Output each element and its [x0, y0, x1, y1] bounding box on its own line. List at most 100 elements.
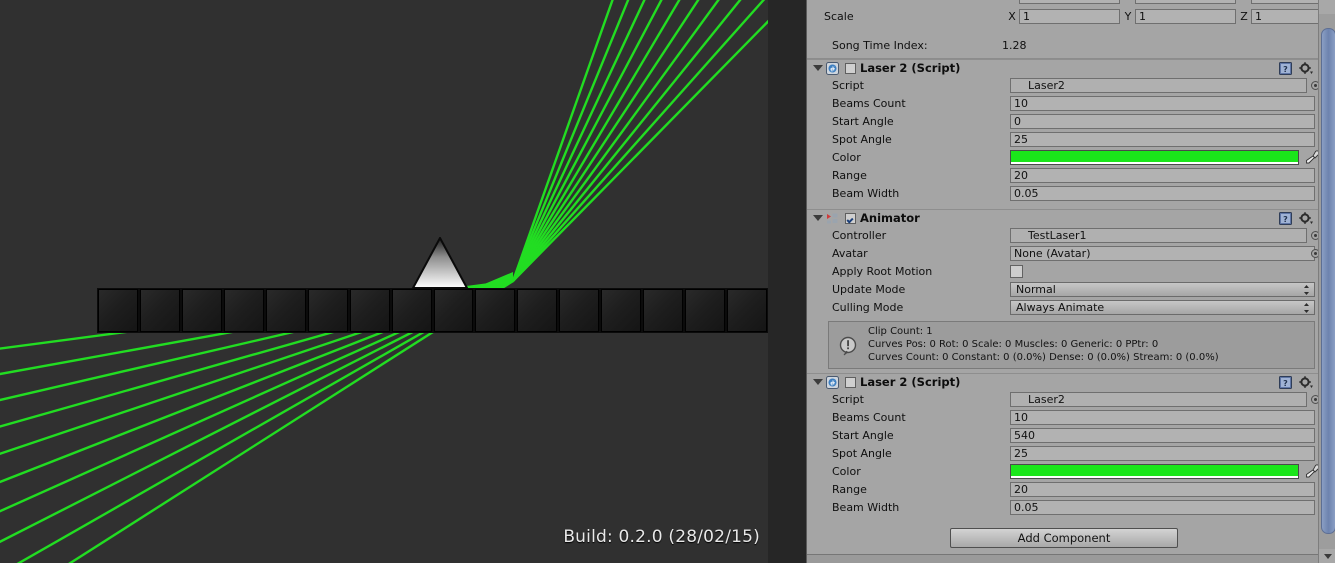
dropdown-field[interactable]: Normal	[1010, 282, 1315, 297]
inspector-field-row: Controller TestLaser1	[807, 227, 1319, 245]
field-label: Start Angle	[832, 115, 894, 128]
cs-script-icon: #	[826, 376, 839, 389]
add-component-button[interactable]: Add Component	[950, 528, 1178, 548]
add-component-area: Add Component	[807, 528, 1319, 554]
text-field[interactable]: 540	[1010, 428, 1315, 443]
inspector-component: # Laser 2 (Script)? Script Laser2 Beams Coun…	[807, 59, 1319, 209]
scale-y-field[interactable]: 1	[1135, 9, 1236, 24]
scrollbar-thumb[interactable]	[1321, 28, 1335, 534]
rotation-axis-x-label: X	[1007, 0, 1017, 6]
platform-block	[349, 289, 390, 332]
scale-x-field[interactable]: 1	[1019, 9, 1120, 24]
object-field[interactable]: TestLaser1	[1010, 228, 1307, 243]
inspector-component: Animator? Controller TestLaser1 Avatar None …	[807, 209, 1319, 373]
color-field[interactable]	[1010, 150, 1299, 165]
foldout-arrow-icon[interactable]	[813, 379, 823, 385]
inspector-scrollbar[interactable]	[1318, 0, 1335, 563]
scale-axis-y-label: Y	[1124, 10, 1132, 23]
text-field[interactable]: 20	[1010, 482, 1315, 497]
platform-block	[601, 289, 642, 332]
field-label: Range	[832, 483, 867, 496]
inspector-field-row: Beam Width 0.05	[807, 185, 1319, 203]
animator-info-box-wrap: Clip Count: 1 Curves Pos: 0 Rot: 0 Scale:…	[807, 321, 1319, 373]
gear-icon	[1299, 212, 1313, 224]
platform-block	[727, 289, 767, 332]
field-label: Avatar	[832, 247, 868, 260]
scrollbar-down-button[interactable]	[1319, 549, 1335, 563]
component-header[interactable]: # Laser 2 (Script)?	[807, 373, 1319, 391]
inspector-component: # Laser 2 (Script)? Script Laser2 Beams Coun…	[807, 373, 1319, 523]
text-field[interactable]: 25	[1010, 446, 1315, 461]
animator-info-text: Clip Count: 1 Curves Pos: 0 Rot: 0 Scale:…	[868, 325, 1219, 364]
inspector-field-row: Culling Mode Always Animate	[807, 299, 1319, 317]
inspector-field-row: Start Angle 540	[807, 427, 1319, 445]
transform-scale-row: Scale X 1 Y 1 Z 1	[807, 8, 1319, 26]
animator-info-box: Clip Count: 1 Curves Pos: 0 Rot: 0 Scale:…	[828, 321, 1315, 369]
text-field[interactable]: 0.05	[1010, 186, 1315, 201]
field-label: Beam Width	[832, 187, 900, 200]
text-field[interactable]: 0.05	[1010, 500, 1315, 515]
inspector-content: Rotation X 0 Y 0 Z 0 Scale X 1 Y 1 Z 1	[807, 0, 1319, 523]
field-label: Script	[832, 393, 864, 406]
animator-icon	[827, 213, 838, 224]
inspector-field-row: Range 20	[807, 167, 1319, 185]
object-field[interactable]: Laser2	[1010, 78, 1307, 93]
rotation-y-field[interactable]: 0	[1135, 0, 1236, 4]
field-label: Beams Count	[832, 411, 906, 424]
rotation-x-field[interactable]: 0	[1019, 0, 1120, 4]
field-label: Color	[832, 465, 861, 478]
checkbox-field[interactable]	[1010, 265, 1023, 278]
transform-rotation-row: Rotation X 0 Y 0 Z 0	[807, 0, 1319, 6]
component-title: Laser 2 (Script)	[860, 375, 961, 389]
component-title: Animator	[860, 211, 920, 225]
scale-axis-z-label: Z	[1240, 10, 1248, 23]
platform-block	[559, 289, 600, 332]
component-header[interactable]: # Laser 2 (Script)?	[807, 59, 1319, 77]
component-enabled-checkbox[interactable]	[845, 213, 856, 224]
object-field[interactable]: None (Avatar)	[1010, 246, 1315, 261]
platform-block	[223, 289, 264, 332]
gear-icon	[1299, 62, 1313, 74]
scrollbar-up-button[interactable]	[1319, 0, 1335, 14]
text-field[interactable]: 20	[1010, 168, 1315, 183]
component-enabled-checkbox[interactable]	[845, 377, 856, 388]
inspector-field-row: Script Laser2	[807, 77, 1319, 95]
field-label: Spot Angle	[832, 447, 892, 460]
text-field[interactable]: 25	[1010, 132, 1315, 147]
field-label: Culling Mode	[832, 301, 904, 314]
eyedropper-icon	[1306, 464, 1319, 478]
component-header[interactable]: Animator?	[807, 209, 1319, 227]
rotation-z-field[interactable]: 0	[1251, 0, 1319, 4]
eyedropper-icon	[1306, 150, 1319, 164]
updown-arrows-icon	[1304, 285, 1309, 295]
field-label: Apply Root Motion	[832, 265, 933, 278]
help-icon: ?	[1279, 212, 1292, 225]
svg-text:?: ?	[1283, 65, 1288, 74]
component-enabled-checkbox[interactable]	[845, 63, 856, 74]
platform-block	[98, 289, 138, 332]
inspector-field-row: Beam Width 0.05	[807, 499, 1319, 517]
components-list: # Laser 2 (Script)? Script Laser2 Beams Coun…	[807, 59, 1319, 523]
color-swatch	[1011, 151, 1298, 162]
text-field[interactable]: 0	[1010, 114, 1315, 129]
inspector-field-row: Apply Root Motion	[807, 263, 1319, 281]
inspector-field-row: Beams Count 10	[807, 95, 1319, 113]
inspector-field-row: Color	[807, 149, 1319, 167]
scale-axis-x-label: X	[1008, 10, 1016, 23]
game-view[interactable]: Build: 0.2.0 (28/02/15)	[0, 0, 806, 563]
field-label: Beams Count	[832, 97, 906, 110]
color-field[interactable]	[1010, 464, 1299, 479]
object-field[interactable]: Laser2	[1010, 392, 1307, 407]
song-time-index-value: 1.28	[1002, 39, 1027, 52]
inspector-field-row: Update Mode Normal	[807, 281, 1319, 299]
game-view-letterbox	[768, 0, 806, 563]
dropdown-field[interactable]: Always Animate	[1010, 300, 1315, 315]
foldout-arrow-icon[interactable]	[813, 65, 823, 71]
field-label: Controller	[832, 229, 887, 242]
text-field[interactable]: 10	[1010, 410, 1315, 425]
component-title: Laser 2 (Script)	[860, 61, 961, 75]
info-line: Curves Pos: 0 Rot: 0 Scale: 0 Muscles: 0…	[868, 339, 1159, 350]
scale-z-field[interactable]: 1	[1251, 9, 1319, 24]
text-field[interactable]: 10	[1010, 96, 1315, 111]
foldout-arrow-icon[interactable]	[813, 215, 823, 221]
